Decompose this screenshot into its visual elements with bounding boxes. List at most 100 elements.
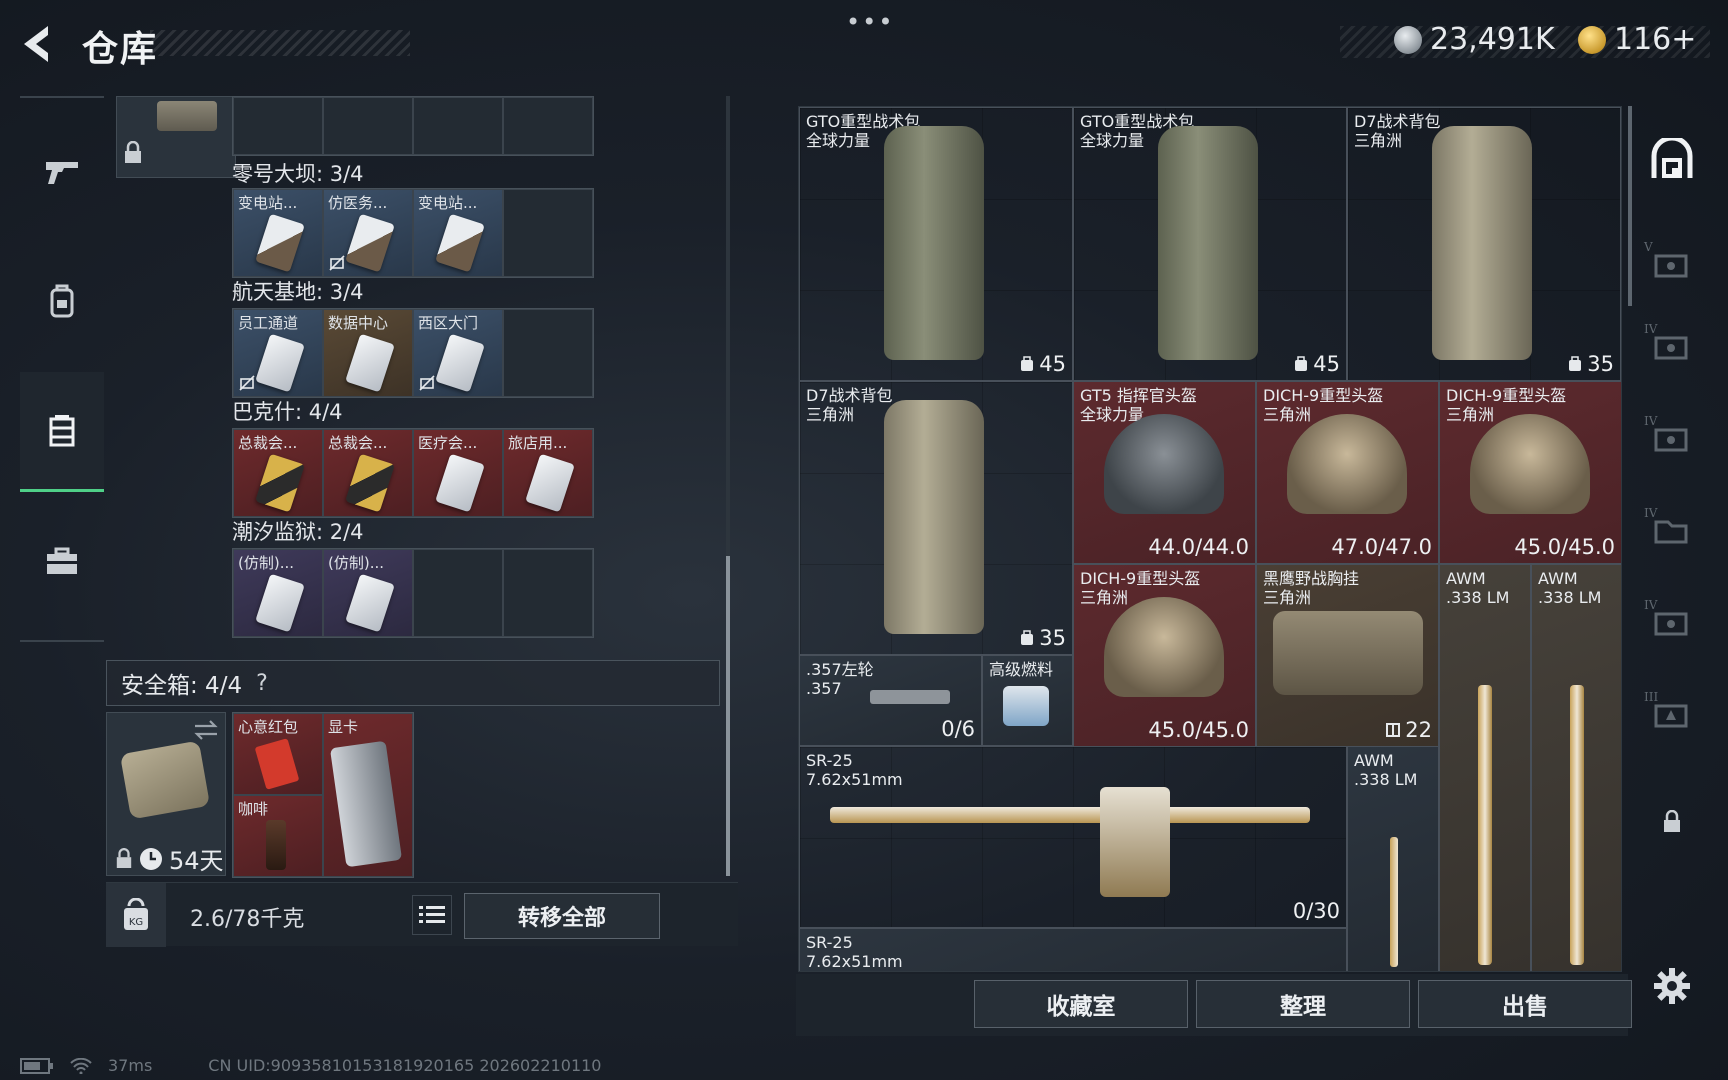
back-arrow-icon[interactable] (18, 22, 62, 66)
backpack-image (884, 400, 984, 634)
tab-storage-iv-2[interactable]: IV (1644, 410, 1700, 466)
empty-key-slot[interactable] (503, 549, 593, 637)
gear-icon (1654, 968, 1690, 1004)
briefcase-icon (47, 547, 77, 574)
stash-item-rifle[interactable]: AWM .338 LM (1347, 746, 1439, 971)
safe-box-title: 安全箱: 4/4 (121, 673, 243, 699)
settings-button[interactable] (1644, 958, 1700, 1014)
item-name: SR-25 7.62x51mm (806, 751, 903, 789)
key-card-slot[interactable]: (仿制)... (323, 549, 413, 637)
ping-label: 37ms (108, 1056, 153, 1075)
stash-item-backpack[interactable]: GTO重型战术包 全球力量 45 (1073, 107, 1347, 381)
safe-item-slot[interactable]: 咖啡 (233, 795, 323, 877)
more-menu-button[interactable]: ••• (846, 8, 894, 36)
stash-item-sr25[interactable]: SR-25 7.62x51mm (799, 928, 1347, 971)
key-card-slot[interactable]: 变电站... (233, 189, 323, 277)
stash-item-rifle[interactable]: AWM .338 LM (1531, 564, 1621, 971)
stash-item-chest-rig[interactable]: 黑鹰野战胸挂 三角洲 22 (1256, 564, 1439, 747)
storage-footer: 收藏室 整理 出售 (796, 974, 1632, 1036)
safe-box[interactable]: 54天 (106, 712, 226, 876)
key-card-slot[interactable]: 总裁会... (233, 429, 323, 517)
key-card-slot[interactable]: (仿制)... (233, 549, 323, 637)
key-slot[interactable] (233, 97, 323, 155)
chest-rig-image (1273, 611, 1423, 695)
locked-tab[interactable] (1644, 794, 1700, 850)
tier-label: IV (1644, 598, 1658, 612)
key-slot[interactable] (323, 97, 413, 155)
red-envelope-image (254, 738, 300, 790)
capacity-icon (1021, 356, 1034, 371)
help-button[interactable]: ? (256, 671, 268, 696)
sr25-magazine-image (1100, 787, 1170, 897)
key-slot[interactable] (503, 97, 593, 155)
key-card-slot[interactable]: 医疗会... (413, 429, 503, 517)
key-card-image (345, 573, 395, 633)
key-card-label: (仿制)... (238, 554, 295, 572)
key-card-slot[interactable]: 仿医务... (323, 189, 413, 277)
key-card-label: 仿医务... (328, 194, 388, 212)
sell-button[interactable]: 出售 (1418, 980, 1632, 1028)
key-card-label: 旅店用... (508, 434, 568, 452)
nav-backpack[interactable] (20, 242, 104, 362)
safe-item-slot[interactable]: 显卡 (323, 713, 413, 877)
weight-lock-button[interactable]: KG (106, 883, 166, 947)
transfer-all-button[interactable]: 转移全部 (464, 893, 660, 939)
stash-item-helmet[interactable]: GT5 指挥官头盔 全球力量 44.0/44.0 (1073, 381, 1256, 564)
stash-item-helmet[interactable]: DICH-9重型头盔 三角洲 47.0/47.0 (1256, 381, 1439, 564)
swap-icon[interactable] (193, 719, 219, 741)
weight-text: 2.6/78千克 (190, 907, 305, 932)
left-scrollbar-thumb[interactable] (726, 556, 730, 876)
collection-room-button[interactable]: 收藏室 (974, 980, 1188, 1028)
empty-key-slot[interactable] (413, 549, 503, 637)
currency-gold[interactable]: 116+ (1578, 22, 1696, 57)
stash-item-backpack[interactable]: D7战术背包 三角洲 35 (799, 381, 1073, 655)
stash-item-fuel[interactable]: 高级燃料 (982, 655, 1073, 746)
stash-item-backpack[interactable]: D7战术背包 三角洲 35 (1347, 107, 1621, 381)
stash-item-helmet[interactable]: DICH-9重型头盔 三角洲 45.0/45.0 (1439, 381, 1621, 564)
awm-rifle-image (1390, 837, 1398, 967)
nav-storage[interactable] (20, 372, 104, 492)
nav-briefcase[interactable] (20, 502, 104, 622)
storage-tab-icon (1654, 336, 1688, 360)
key-card-slot[interactable]: 旅店用... (503, 429, 593, 517)
nav-weapon[interactable] (20, 112, 104, 232)
list-view-button[interactable] (412, 895, 452, 935)
currency-silver[interactable]: 23,491K (1394, 22, 1555, 57)
storage-scrollbar[interactable] (1628, 106, 1632, 306)
backpack-image (1158, 126, 1258, 360)
stash-item-revolver[interactable]: .357左轮 .357 0/6 (799, 655, 982, 746)
key-card-slot[interactable]: 西区大门 (413, 309, 503, 397)
stash-item-helmet[interactable]: DICH-9重型头盔 三角洲 45.0/45.0 (1073, 564, 1256, 747)
tier-label: IV (1644, 414, 1658, 428)
key-card-slot[interactable]: 变电站... (413, 189, 503, 277)
helmet-image (1104, 597, 1224, 697)
tab-storage-iv-4[interactable]: IV (1644, 594, 1700, 650)
key-card-slot[interactable]: 员工通道 (233, 309, 323, 397)
organize-button[interactable]: 整理 (1196, 980, 1410, 1028)
tab-storage-iii[interactable]: III (1644, 686, 1700, 742)
key-card-slot[interactable]: 数据中心 (323, 309, 413, 397)
tab-storage-iv-3[interactable]: IV (1644, 502, 1700, 558)
key-card-slot[interactable]: 总裁会... (323, 429, 413, 517)
tab-main-storage[interactable] (1644, 132, 1700, 188)
stash-item-backpack[interactable]: GTO重型战术包 全球力量 45 (799, 107, 1073, 381)
stash-item-sr25[interactable]: SR-25 7.62x51mm 0/30 (799, 746, 1347, 928)
safe-item-label: 心意红包 (238, 718, 299, 736)
backpack-icon (50, 284, 74, 318)
tab-storage-iv-1[interactable]: IV (1644, 318, 1700, 374)
key-case-image (157, 101, 217, 131)
item-capacity: 35 (1019, 626, 1066, 650)
left-scrollbar[interactable] (726, 96, 730, 876)
tab-storage-v[interactable]: V (1644, 236, 1700, 292)
awm-rifle-image (1478, 685, 1492, 965)
safe-item-slot[interactable]: 心意红包 (233, 713, 323, 795)
left-nav (20, 96, 104, 642)
stash-item-rifle[interactable]: AWM .338 LM (1439, 564, 1531, 971)
key-case-slot[interactable] (116, 96, 236, 178)
empty-key-slot[interactable] (503, 189, 593, 277)
coffee-image (266, 820, 286, 870)
empty-key-slot[interactable] (503, 309, 593, 397)
item-name: AWM .338 LM (1354, 751, 1418, 789)
key-slot[interactable] (413, 97, 503, 155)
item-name: .357左轮 .357 (806, 660, 874, 698)
